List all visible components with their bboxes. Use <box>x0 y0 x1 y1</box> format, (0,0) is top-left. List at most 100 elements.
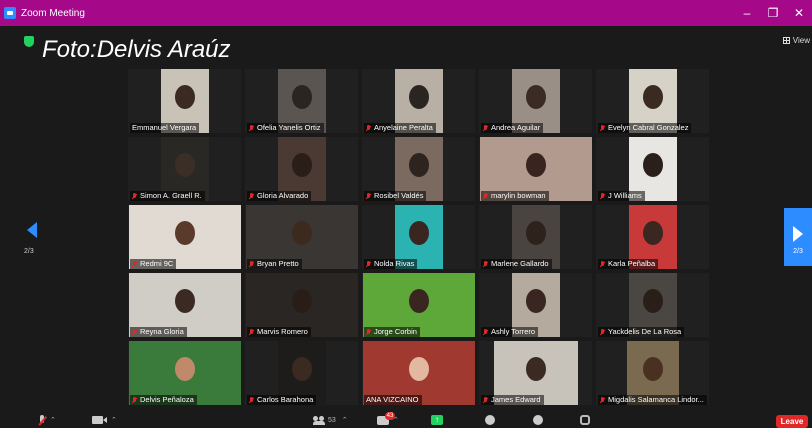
participant-tile[interactable]: marylin bowman <box>479 137 592 201</box>
participants-count: 53 <box>328 416 336 424</box>
view-button-label: View <box>792 36 810 45</box>
microphone-muted-icon <box>38 414 46 426</box>
participant-name: Andrea Aguilar <box>491 123 541 132</box>
page-indicator-right: 2/3 <box>793 247 803 255</box>
participant-name-label: Nolda Rivas <box>364 259 418 269</box>
window-controls: – ❐ ✕ <box>734 0 812 26</box>
participant-silhouette <box>174 85 195 109</box>
chat-button[interactable]: 43 ⌃ <box>377 411 399 427</box>
participant-tile[interactable]: Yackdelis De La Rosa <box>596 273 709 337</box>
leave-button[interactable]: Leave <box>776 415 808 428</box>
participant-silhouette <box>642 357 663 381</box>
participant-name: Rosibel Valdés <box>374 191 424 200</box>
participant-tile[interactable]: Delvis Peñaloza <box>128 341 241 405</box>
participant-name-label: Bryan Pretto <box>247 259 302 269</box>
participant-name: Gloria Alvarado <box>257 191 309 200</box>
participant-tile[interactable]: Redmi 9C <box>128 205 241 269</box>
participant-tile[interactable]: Bryan Pretto <box>245 205 358 269</box>
participant-tile[interactable]: Marlene Gallardo <box>479 205 592 269</box>
participant-name: Carlos Barahona <box>257 395 314 404</box>
chevron-up-icon[interactable]: ⌃ <box>342 416 348 424</box>
participant-name-label: Jorge Corbin <box>364 327 420 337</box>
participant-tile[interactable]: James Edward <box>479 341 592 405</box>
minimize-button[interactable]: – <box>734 0 760 26</box>
participant-name-label: Ashly Torrero <box>481 327 539 337</box>
participant-silhouette <box>642 153 663 177</box>
participant-name: Evelyn Cabral Gonzalez <box>608 123 689 132</box>
microphone-muted-icon <box>483 328 488 336</box>
reactions-button[interactable] <box>533 413 543 427</box>
participant-name: Redmi 9C <box>140 259 174 268</box>
participant-tile[interactable]: ANA VIZCAINO <box>362 341 475 405</box>
participant-tile[interactable]: Rosibel Valdés <box>362 137 475 201</box>
participant-name: Marvis Romero <box>257 327 308 336</box>
participant-tile[interactable]: Karla Peñalba <box>596 205 709 269</box>
participants-button[interactable]: 53 ⌃ <box>313 413 348 427</box>
participant-tile[interactable]: Ashly Torrero <box>479 273 592 337</box>
participant-silhouette <box>642 289 663 313</box>
participant-silhouette <box>642 85 663 109</box>
microphone-muted-icon <box>132 260 137 268</box>
participant-tile[interactable]: Evelyn Cabral Gonzalez <box>596 69 709 133</box>
microphone-muted-icon <box>600 192 605 200</box>
participant-tile[interactable]: Andrea Aguilar <box>479 69 592 133</box>
participant-name: Nolda Rivas <box>374 259 415 268</box>
participant-tile[interactable]: Anyelaine Peralta <box>362 69 475 133</box>
grid-view-icon <box>782 37 790 44</box>
participant-silhouette <box>642 221 663 245</box>
encryption-shield-icon[interactable] <box>24 36 34 47</box>
microphone-muted-icon <box>132 192 137 200</box>
chevron-up-icon[interactable]: ⌃ <box>111 416 117 424</box>
maximize-button[interactable]: ❐ <box>760 0 786 26</box>
view-button[interactable]: View <box>782 36 810 45</box>
participant-tile[interactable]: Gloria Alvarado <box>245 137 358 201</box>
microphone-muted-icon <box>600 396 605 404</box>
previous-page-button[interactable]: 2/3 <box>24 222 40 262</box>
participant-tile[interactable]: Simon A. Graell R. <box>128 137 241 201</box>
participant-silhouette <box>525 289 546 313</box>
participant-silhouette <box>291 221 312 245</box>
microphone-muted-icon <box>600 124 605 132</box>
participant-name: Marlene Gallardo <box>491 259 549 268</box>
record-button[interactable] <box>485 413 495 427</box>
apps-icon <box>580 415 590 425</box>
participant-silhouette <box>291 357 312 381</box>
participant-tile[interactable]: J Williams <box>596 137 709 201</box>
next-page-button[interactable]: 2/3 <box>784 208 812 266</box>
zoom-meeting-window: Zoom Meeting – ❐ ✕ Foto:Delvis Araúz Vie… <box>0 0 812 428</box>
participant-name: James Edward <box>491 395 541 404</box>
microphone-muted-icon <box>600 328 605 336</box>
participant-name-label: Carlos Barahona <box>247 395 317 405</box>
participant-name-label: Simon A. Graell R. <box>130 191 205 201</box>
participant-tile[interactable]: Migdalis Salamanca Lindor... <box>596 341 709 405</box>
participant-name: Karla Peñalba <box>608 259 656 268</box>
participant-name: Ofelia Yanelis Ortiz <box>257 123 321 132</box>
share-screen-button[interactable]: ↑ <box>431 413 443 427</box>
participant-tile[interactable]: Nolda Rivas <box>362 205 475 269</box>
participant-silhouette <box>525 85 546 109</box>
participant-silhouette <box>291 289 312 313</box>
participant-name: Yackdelis De La Rosa <box>608 327 682 336</box>
microphone-muted-icon <box>132 328 137 336</box>
participant-tile[interactable]: Marvis Romero <box>245 273 358 337</box>
participant-silhouette <box>174 289 195 313</box>
participant-name-label: Karla Peñalba <box>598 259 659 269</box>
microphone-muted-icon <box>249 260 254 268</box>
participant-tile[interactable]: Reyna Gloria <box>128 273 241 337</box>
participant-tile[interactable]: Carlos Barahona <box>245 341 358 405</box>
reactions-icon <box>533 415 543 425</box>
microphone-muted-icon <box>483 124 488 132</box>
participant-tile[interactable]: Jorge Corbin <box>362 273 475 337</box>
microphone-muted-icon <box>249 192 254 200</box>
participant-tile[interactable]: Ofelia Yanelis Ortiz <box>245 69 358 133</box>
mute-button[interactable]: ⌃ <box>38 413 56 427</box>
share-screen-icon: ↑ <box>431 415 443 425</box>
participant-silhouette <box>408 289 429 313</box>
meeting-controls-toolbar: ⌃ ⌃ 53 ⌃ 43 ⌃ ↑ Leave <box>0 411 812 428</box>
apps-button[interactable] <box>580 413 590 427</box>
participant-tile[interactable]: Emmanuel Vergara <box>128 69 241 133</box>
participant-name-label: marylin bowman <box>481 191 549 201</box>
video-button[interactable]: ⌃ <box>92 413 117 427</box>
close-button[interactable]: ✕ <box>786 0 812 26</box>
chevron-up-icon[interactable]: ⌃ <box>50 416 56 424</box>
